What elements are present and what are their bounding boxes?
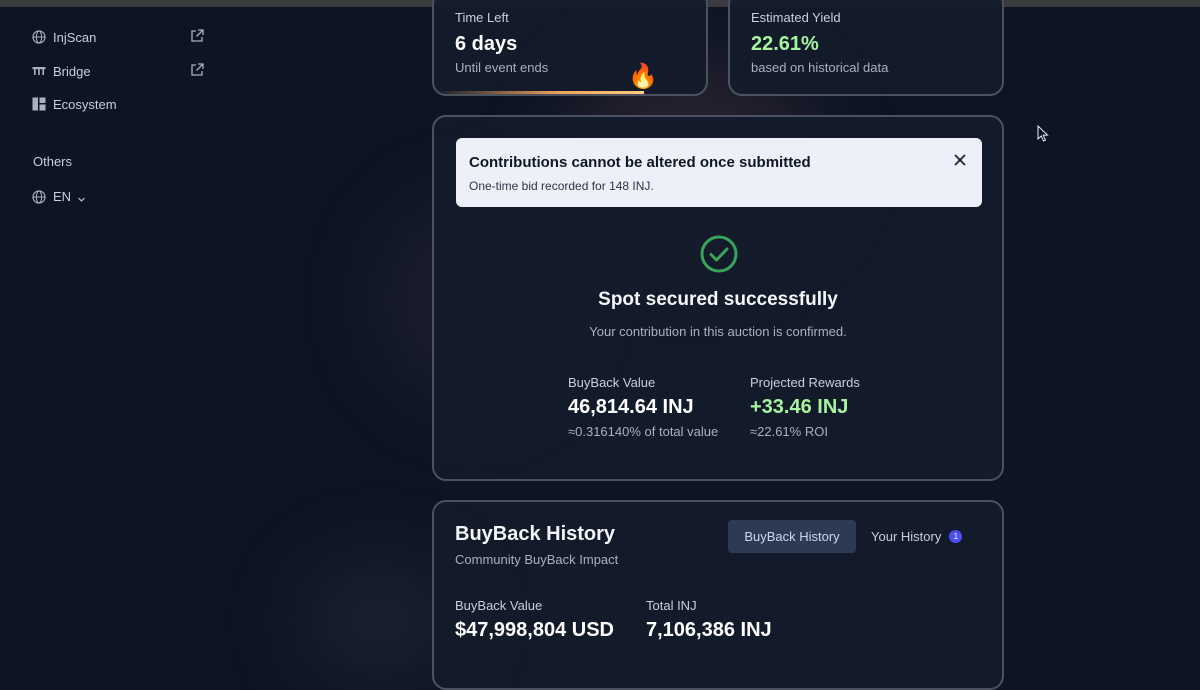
stat-label: Total INJ: [646, 598, 697, 613]
globe-icon: [32, 189, 46, 204]
sidebar-item-label: Ecosystem: [53, 96, 117, 112]
metric-sub: ≈22.61% ROI: [750, 424, 828, 439]
estimated-yield-label: Estimated Yield: [751, 10, 841, 25]
metric-value: 46,814.64 INJ: [568, 396, 694, 418]
stat-label: BuyBack Value: [455, 598, 543, 613]
count-badge: 1: [949, 530, 963, 543]
history-subtitle: Community BuyBack Impact: [455, 552, 619, 567]
metric-sub: ≈0.316140% of total value: [568, 424, 719, 439]
sidebar-section-heading: Others: [33, 154, 73, 169]
time-left-value: 6 days: [455, 33, 518, 55]
estimated-yield-sub: based on historical data: [751, 60, 889, 75]
estimated-yield-card: Estimated Yield 22.61% based on historic…: [728, 0, 1004, 96]
globe-icon: [32, 30, 46, 44]
metric-value: +33.46 INJ: [750, 396, 849, 418]
confirmation-card: Contributions cannot be altered once sub…: [432, 115, 1004, 481]
tab-label: Your History: [871, 529, 942, 544]
estimated-yield-value: 22.61%: [751, 33, 819, 55]
time-left-label: Time Left: [455, 10, 509, 25]
time-left-sub: Until event ends: [455, 60, 549, 75]
external-link-icon[interactable]: [190, 63, 204, 77]
buyback-history-card: BuyBack History Community BuyBack Impact…: [432, 500, 1004, 690]
time-progress-bar: [434, 91, 644, 94]
chevron-down-icon: [77, 192, 86, 202]
external-link-icon[interactable]: [190, 29, 204, 43]
time-left-card: Time Left 6 days Until event ends 🔥: [432, 0, 708, 96]
success-title: Spot secured successfully: [598, 289, 838, 310]
success-check-icon: [700, 235, 738, 273]
stat-value: 7,106,386 INJ: [646, 619, 772, 641]
alert-title: Contributions cannot be altered once sub…: [469, 154, 811, 171]
close-icon[interactable]: [953, 153, 967, 167]
tab-your-history[interactable]: Your History 1: [871, 520, 963, 553]
sidebar-item-label: Bridge: [53, 63, 91, 79]
metric-label: Projected Rewards: [750, 375, 860, 390]
tab-buyback-history[interactable]: BuyBack History: [728, 520, 856, 553]
fire-icon: 🔥: [628, 63, 658, 90]
projected-rewards-metric: Projected Rewards +33.46 INJ ≈22.61% ROI: [750, 375, 860, 439]
buyback-value-metric: BuyBack Value 46,814.64 INJ ≈0.316140% o…: [568, 375, 718, 439]
metric-label: BuyBack Value: [568, 375, 656, 390]
history-buyback-value: BuyBack Value $47,998,804 USD: [455, 598, 614, 642]
success-subtitle: Your contribution in this auction is con…: [589, 324, 847, 339]
alert-body: One-time bid recorded for 148 INJ.: [469, 179, 654, 193]
history-title: BuyBack History: [455, 523, 616, 545]
sidebar: InjScan Bridge Ecosystem Others EN: [0, 7, 230, 661]
sidebar-item-ecosystem[interactable]: Ecosystem: [32, 93, 204, 115]
sidebar-item-label: InjScan: [53, 29, 97, 45]
mouse-cursor-icon: [1037, 124, 1049, 142]
language-selector[interactable]: EN: [32, 189, 86, 204]
sidebar-item-injscan[interactable]: InjScan: [32, 26, 204, 48]
stat-value: $47,998,804 USD: [455, 619, 615, 641]
sidebar-item-bridge[interactable]: Bridge: [32, 60, 204, 82]
bridge-icon: [32, 64, 46, 78]
notice-alert: Contributions cannot be altered once sub…: [456, 138, 982, 207]
history-total-inj: Total INJ 7,106,386 INJ: [646, 598, 772, 642]
grid-icon: [32, 97, 46, 111]
language-label: EN: [53, 189, 72, 204]
